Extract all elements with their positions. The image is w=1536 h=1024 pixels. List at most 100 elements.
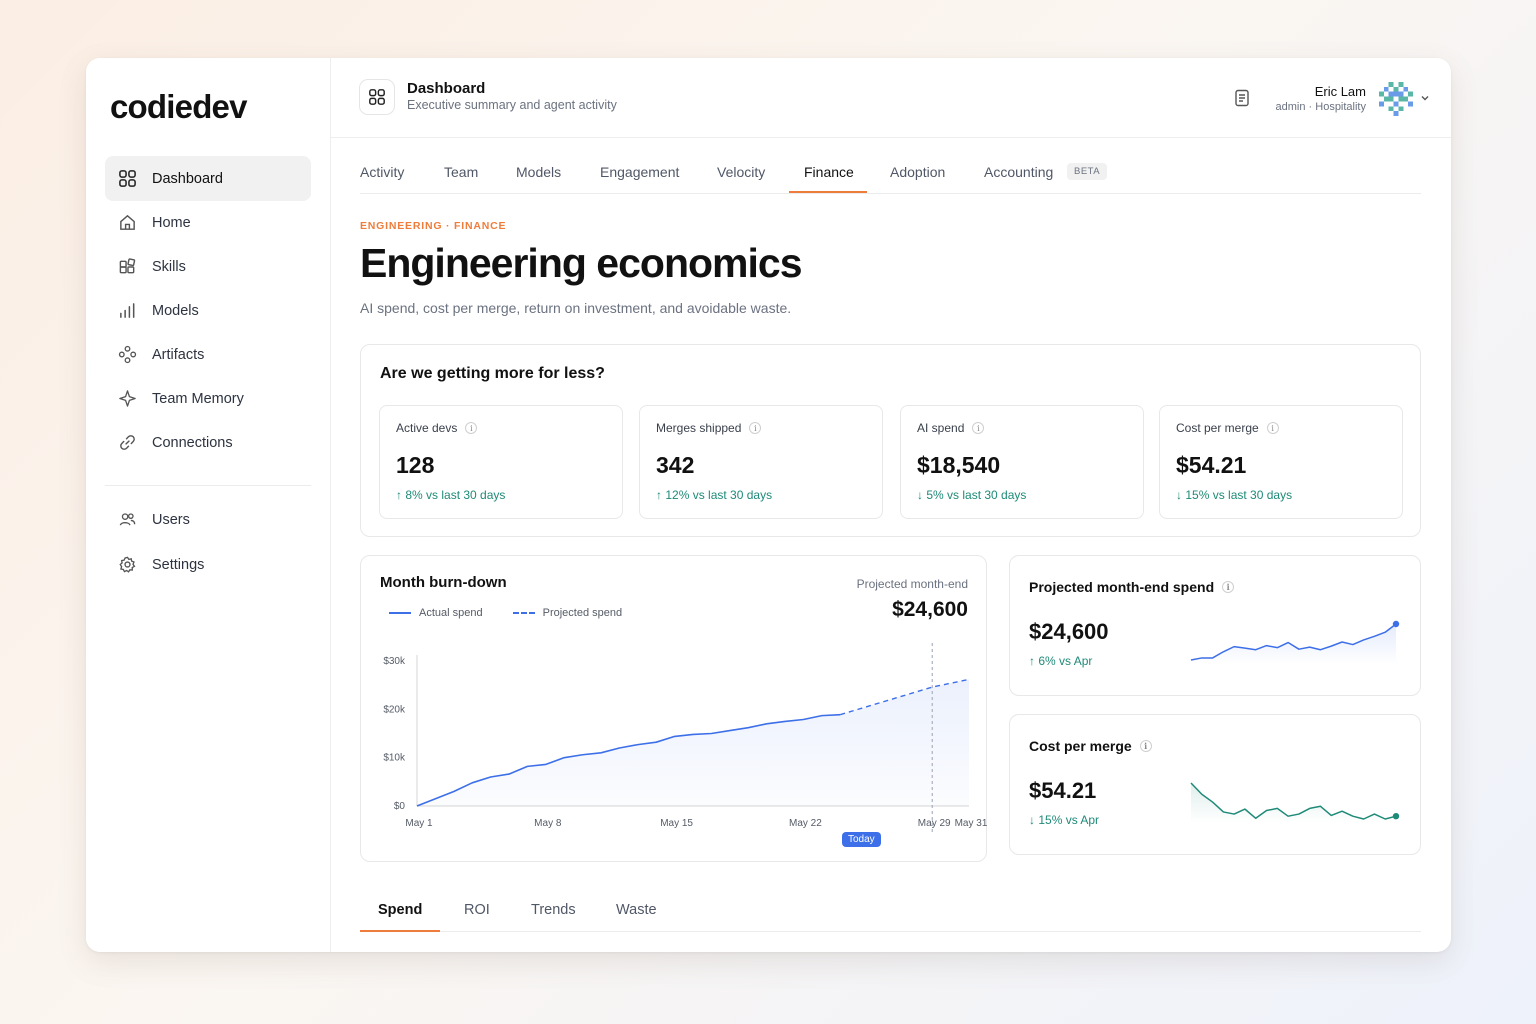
mini-delta-text: 6% vs Apr: [1038, 654, 1093, 668]
x-tick-label: May 8: [534, 818, 562, 829]
sparkline-endpoint: [1392, 812, 1400, 820]
page-eyebrow: ENGINEERING · FINANCE: [360, 220, 507, 232]
bar-chart-icon: [120, 303, 135, 318]
arrow-down-icon: ↓: [917, 488, 927, 502]
sidebar-item-users[interactable]: Users: [105, 497, 311, 542]
section-tabs: Activity Team Models Engagement Velocity…: [360, 154, 1421, 194]
y-tick-label: $0: [394, 801, 406, 812]
mini-delta: ↓ 15% vs Apr: [1029, 813, 1099, 827]
kpi-card-merges-shipped: Merges shipped i 342 ↑ 12% vs last 30 day…: [639, 405, 883, 519]
kpi-label: Active devs: [396, 421, 458, 435]
sidebar-item-label: Dashboard: [152, 170, 223, 187]
kpi-delta: ↓ 5% vs last 30 days: [917, 488, 1026, 502]
tab-finance[interactable]: Finance: [804, 164, 854, 180]
y-tick-label: $30k: [383, 656, 406, 667]
tab-engagement[interactable]: Engagement: [600, 164, 679, 180]
kpi-label: AI spend: [917, 421, 965, 435]
tab-team[interactable]: Team: [444, 164, 478, 180]
artifacts-icon: [118, 345, 137, 364]
dashboard-grid-icon: [119, 170, 136, 187]
info-icon[interactable]: i: [1139, 740, 1152, 752]
kpi-label-wrap: Active devs i: [396, 421, 478, 435]
sidebar-divider: [105, 485, 311, 486]
user-role: admin · Hospitality: [1275, 101, 1366, 113]
avatar[interactable]: [1379, 82, 1413, 116]
sidebar: codiedev Dashboard Home Skills Models Ar…: [86, 58, 331, 952]
page-heading: Engineering economics: [360, 240, 802, 286]
kpi-card-ai-spend: AI spend i $18,540 ↓ 5% vs last 30 days: [900, 405, 1144, 519]
kpi-label-wrap: Cost per merge i: [1176, 421, 1279, 435]
kpi-delta-text: 15% vs last 30 days: [1185, 488, 1293, 502]
cost-sparkline: [1190, 782, 1400, 823]
kpi-question: Are we getting more for less?: [380, 365, 605, 382]
tab-accounting[interactable]: Accounting: [984, 164, 1053, 180]
kpi-delta: ↑ 8% vs last 30 days: [396, 488, 505, 502]
active-tab-indicator: [360, 930, 440, 932]
spend-sparkline: [1190, 620, 1400, 664]
kpi-value: 128: [396, 452, 435, 478]
x-tick-label: May 22: [789, 818, 822, 829]
sparkline-area: [1191, 783, 1396, 823]
cost-per-merge-card: Cost per merge i $54.21 ↓ 15% vs Apr: [1009, 714, 1421, 855]
sidebar-item-connections[interactable]: Connections: [105, 420, 311, 465]
kpi-label: Cost per merge: [1176, 421, 1259, 435]
logo: codiedev: [110, 88, 247, 125]
document-icon[interactable]: [1232, 88, 1252, 108]
sidebar-item-label: Users: [152, 511, 190, 528]
active-tab-indicator: [789, 191, 867, 193]
user-name: Eric Lam: [1314, 84, 1366, 99]
tab-models[interactable]: Models: [516, 164, 561, 180]
x-tick-label: May 29: [918, 818, 951, 829]
tab-roi[interactable]: ROI: [464, 902, 490, 918]
tab-activity[interactable]: Activity: [360, 164, 404, 180]
dashboard-grid-icon: [359, 79, 395, 115]
tab-trends[interactable]: Trends: [531, 902, 576, 918]
tab-adoption[interactable]: Adoption: [890, 164, 945, 180]
kpi-label-wrap: Merges shipped i: [656, 421, 762, 435]
skills-blocks-icon: [119, 258, 136, 274]
tab-waste[interactable]: Waste: [616, 902, 657, 918]
page-description: AI spend, cost per merge, return on inve…: [360, 300, 792, 316]
projected-spend-card: Projected month-end spend i $24,600 ↑ 6% …: [1009, 555, 1421, 696]
kpi-label-wrap: AI spend i: [917, 421, 985, 435]
kpi-delta: ↓ 15% vs last 30 days: [1176, 488, 1292, 502]
sidebar-item-models[interactable]: Models: [105, 288, 311, 333]
arrow-down-icon: ↓: [1176, 488, 1186, 502]
kpi-panel: Are we getting more for less? Active dev…: [360, 344, 1421, 537]
tab-spend[interactable]: Spend: [378, 902, 422, 918]
info-icon[interactable]: i: [972, 422, 985, 434]
info-icon[interactable]: i: [1222, 581, 1235, 593]
burndown-card: Month burn-down Projected month-end $24,…: [360, 555, 988, 862]
home-icon: [120, 214, 135, 230]
kpi-delta-text: 5% vs last 30 days: [926, 488, 1027, 502]
sidebar-item-artifacts[interactable]: Artifacts: [105, 332, 311, 377]
app-window: codiedev Dashboard Home Skills Models Ar…: [86, 58, 1451, 952]
sparkline-area: [1191, 624, 1396, 664]
mini-title-wrap: Cost per merge i: [1029, 738, 1152, 754]
gear-icon: [119, 556, 136, 573]
info-icon[interactable]: i: [749, 422, 762, 434]
burndown-chart: $0 $10k $20k $30k May 1 May 8 May 15 May 22 May …: [383, 643, 988, 834]
tab-velocity[interactable]: Velocity: [717, 164, 765, 180]
mini-value: $54.21: [1029, 778, 1097, 803]
sidebar-item-team-memory[interactable]: Team Memory: [105, 376, 311, 421]
sidebar-item-label: Team Memory: [152, 390, 244, 407]
y-tick-label: $10k: [383, 753, 406, 764]
link-icon: [120, 435, 135, 450]
sparkline-endpoint: [1392, 620, 1400, 628]
sidebar-item-home[interactable]: Home: [105, 200, 311, 245]
beta-badge: BETA: [1067, 163, 1108, 180]
sidebar-item-settings[interactable]: Settings: [105, 542, 311, 587]
info-icon[interactable]: i: [465, 422, 478, 434]
x-tick-label: May 1: [405, 818, 433, 829]
sidebar-item-skills[interactable]: Skills: [105, 244, 311, 289]
sidebar-item-label: Connections: [152, 434, 233, 451]
arrow-down-icon: ↓: [1029, 813, 1039, 827]
mini-value: $24,600: [1029, 619, 1109, 644]
x-tick-label: May 31: [955, 818, 988, 829]
chevron-down-icon[interactable]: [1420, 93, 1430, 103]
y-tick-label: $20k: [383, 704, 406, 715]
info-icon[interactable]: i: [1266, 422, 1279, 434]
today-badge: Today: [842, 832, 881, 847]
sidebar-item-dashboard[interactable]: Dashboard: [105, 156, 311, 201]
